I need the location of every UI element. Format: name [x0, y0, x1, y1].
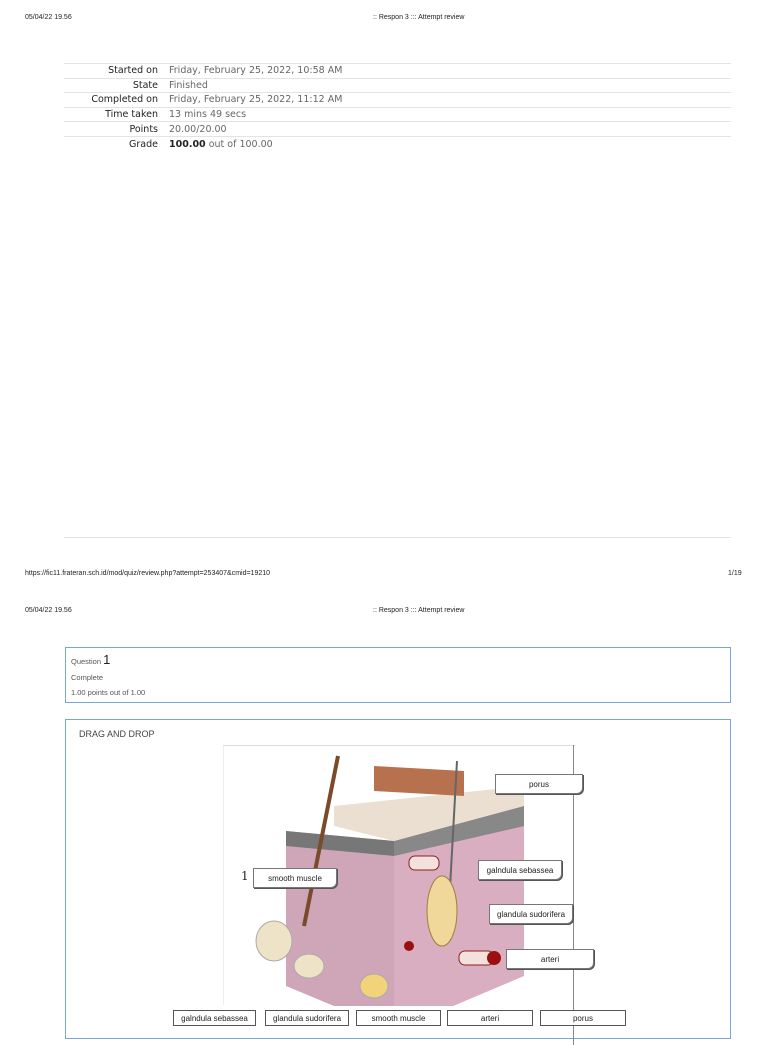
- summary-label: Started on: [108, 65, 158, 77]
- summary-label: Completed on: [91, 94, 158, 106]
- print-timestamp: 05/04/22 19.56: [25, 607, 72, 614]
- summary-label: Points: [129, 123, 158, 135]
- drop-zone-porus[interactable]: porus: [495, 774, 583, 794]
- summary-label: State: [132, 79, 158, 91]
- summary-value: 13 mins 49 secs: [169, 109, 247, 121]
- print-url: https://fic11.frateran.sch.id/mod/quiz/r…: [25, 570, 271, 577]
- attempt-summary-table: Started on Friday, February 25, 2022, 10:…: [64, 63, 731, 151]
- summary-label: Time taken: [105, 109, 158, 121]
- summary-row: State Finished: [64, 78, 731, 93]
- print-page-number: 1/19: [728, 570, 742, 577]
- summary-row: Completed on Friday, February 25, 2022, 1…: [64, 92, 731, 108]
- summary-value: Friday, February 25, 2022, 10:58 AM: [169, 65, 343, 77]
- drop-zone-arteri[interactable]: arteri: [506, 949, 594, 969]
- print-title: :: Respon 3 ::: Attempt review: [373, 14, 465, 21]
- summary-label: Grade: [129, 138, 158, 150]
- print-title: :: Respon 3 ::: Attempt review: [373, 607, 465, 614]
- grade-suffix: out of 100.00: [205, 138, 273, 150]
- question-text: DRAG AND DROP: [79, 729, 155, 739]
- drop-zone-sebaceous[interactable]: galndula sebassea: [478, 860, 562, 880]
- question-info: Question 1 Complete 1.00 points out of 1…: [65, 647, 731, 703]
- drop-marker: 1: [241, 869, 249, 883]
- summary-value: 100.00 out of 100.00: [164, 136, 731, 151]
- summary-value: Friday, February 25, 2022, 11:12 AM: [169, 94, 343, 106]
- drop-zone-smooth-muscle[interactable]: smooth muscle: [253, 868, 337, 888]
- question-content: DRAG AND DROP 1 porus galndula sebassea …: [65, 719, 731, 1045]
- question-number: 1: [103, 652, 111, 667]
- summary-row: Started on Friday, February 25, 2022, 10:…: [64, 63, 731, 79]
- summary-value: Finished: [169, 79, 208, 91]
- print-timestamp: 05/04/22 19.56: [25, 14, 72, 21]
- question-points: 1.00 points out of 1.00: [71, 688, 146, 697]
- question-label: Question: [71, 657, 102, 666]
- divider: [64, 537, 731, 538]
- summary-row: Points 20.00/20.00: [64, 121, 731, 137]
- summary-row: Grade 100.00 out of 100.00: [64, 136, 731, 151]
- grade-value: 100.00: [169, 138, 206, 150]
- question-status: Complete: [71, 673, 104, 682]
- drop-zone-sudorifera[interactable]: glandula sudorifera: [489, 904, 573, 924]
- summary-row: Time taken 13 mins 49 secs: [64, 107, 731, 122]
- summary-value: 20.00/20.00: [169, 123, 227, 135]
